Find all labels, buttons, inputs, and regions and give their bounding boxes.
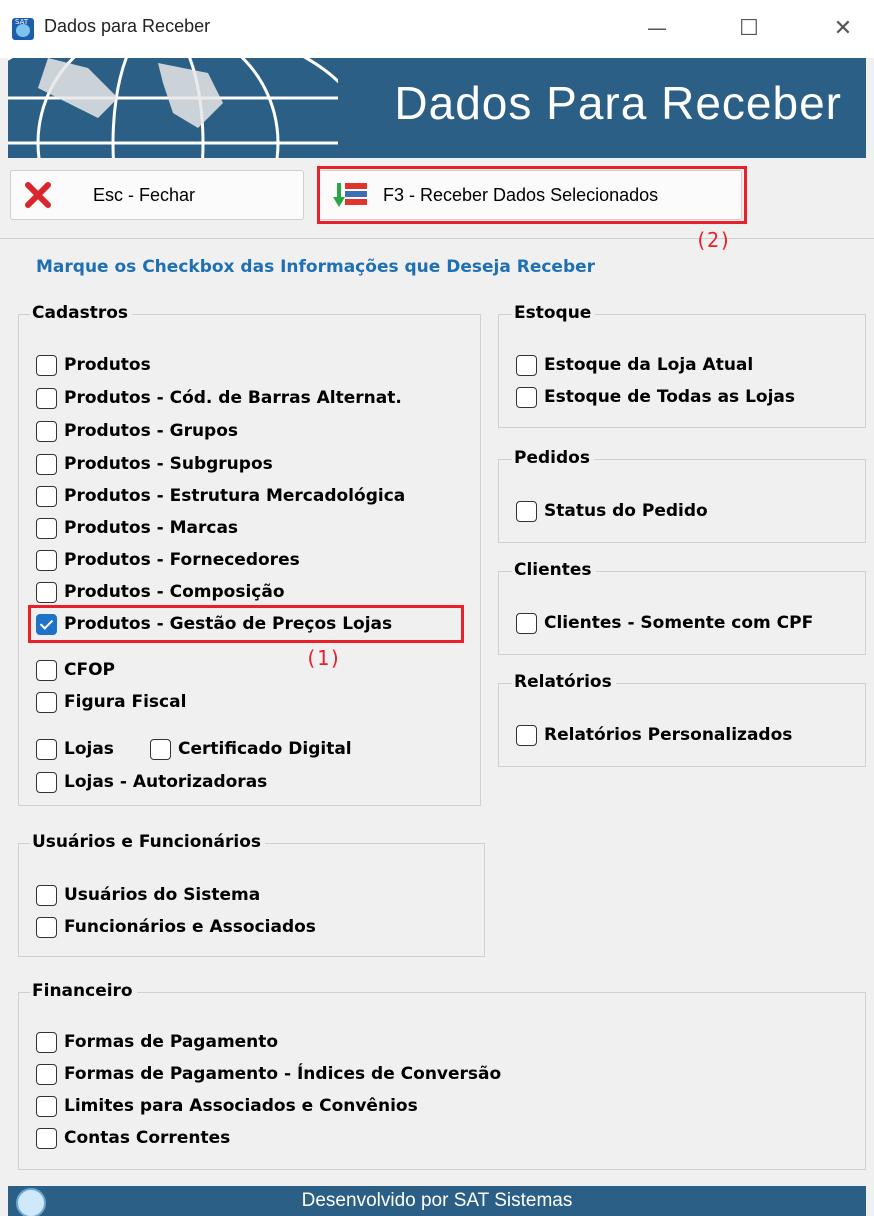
checkbox-box[interactable] [516,386,537,408]
window-title: Dados para Receber [44,16,211,36]
group-title-relatorios: Relatórios [512,672,616,692]
checkbox-status-pedido[interactable]: Status do Pedido [516,498,708,524]
checkbox-produtos-marcas[interactable]: Produtos - Marcas [36,515,238,541]
checkbox-box[interactable] [36,1031,57,1053]
checkbox-box[interactable] [36,453,57,475]
highlight-box-2 [317,166,747,224]
checkbox-produtos-composicao[interactable]: Produtos - Composição [36,579,285,605]
close-button[interactable]: Esc - Fechar [10,170,304,220]
checkbox-box[interactable] [36,738,57,760]
checkbox-box[interactable] [36,916,57,938]
title-bar: SAT Dados para Receber — ☐ ✕ [0,0,874,58]
globe-graphic [8,58,338,158]
checkbox-formas-pagamento-indices[interactable]: Formas de Pagamento - Índices de Convers… [36,1061,501,1087]
checkbox-figura-fiscal[interactable]: Figura Fiscal [36,689,186,715]
close-window-button[interactable]: ✕ [818,10,868,46]
group-title-financeiro: Financeiro [30,981,137,1001]
checkbox-produtos-estrutura[interactable]: Produtos - Estrutura Mercadológica [36,483,405,509]
instruction-text: Marque os Checkbox das Informações que D… [36,257,596,277]
red-x-icon [25,182,51,208]
checkbox-box[interactable] [516,724,537,746]
checkbox-produtos-grupos[interactable]: Produtos - Grupos [36,418,238,444]
checkbox-box[interactable] [36,549,57,571]
header-banner: Dados Para Receber [8,58,866,158]
checkbox-box[interactable] [516,500,537,522]
app-icon: SAT [12,18,34,40]
toolbar: Esc - Fechar F3 - Receber Dados Selecion… [0,158,874,252]
maximize-button[interactable]: ☐ [724,10,774,46]
checkbox-box[interactable] [36,691,57,713]
checkbox-produtos[interactable]: Produtos [36,352,151,378]
footer-bar: Desenvolvido por SAT Sistemas [8,1186,866,1216]
checkbox-estoque-todas-lojas[interactable]: Estoque de Todas as Lojas [516,384,795,410]
group-title-usuarios: Usuários e Funcionários [30,832,266,852]
checkbox-box[interactable] [36,581,57,603]
checkbox-lojas-autorizadoras[interactable]: Lojas - Autorizadoras [36,769,267,795]
checkbox-certificado-digital[interactable]: Certificado Digital [150,736,352,762]
close-button-label: Esc - Fechar [93,184,196,205]
checkbox-funcionarios-associados[interactable]: Funcionários e Associados [36,914,316,940]
checkbox-box[interactable] [36,517,57,539]
footer-text: Desenvolvido por SAT Sistemas [301,1190,573,1211]
checkbox-cfop[interactable]: CFOP [36,657,115,683]
annotation-marker-1: (1) [305,646,342,670]
checkbox-box[interactable] [36,387,57,409]
checkbox-produtos-cod-barras[interactable]: Produtos - Cód. de Barras Alternat. [36,385,402,411]
minimize-button[interactable]: — [632,10,682,46]
checkbox-box[interactable] [36,485,57,507]
checkbox-box[interactable] [516,354,537,376]
checkbox-box[interactable] [36,1127,57,1149]
checkbox-limites-associados[interactable]: Limites para Associados e Convênios [36,1093,418,1119]
checkbox-box[interactable] [36,884,57,906]
checkbox-box[interactable] [36,1063,57,1085]
group-title-estoque: Estoque [512,303,596,323]
checkbox-contas-correntes[interactable]: Contas Correntes [36,1125,230,1151]
checkbox-box[interactable] [516,612,537,634]
annotation-marker-2: (2) [695,228,732,252]
checkbox-box[interactable] [36,420,57,442]
checkbox-box[interactable] [36,1095,57,1117]
checkbox-box[interactable] [150,738,171,760]
checkbox-usuarios-sistema[interactable]: Usuários do Sistema [36,882,260,908]
group-title-cadastros: Cadastros [30,303,133,323]
checkbox-relatorios-personalizados[interactable]: Relatórios Personalizados [516,722,792,748]
group-title-clientes: Clientes [512,560,596,580]
checkbox-produtos-fornecedores[interactable]: Produtos - Fornecedores [36,547,300,573]
checkbox-estoque-loja-atual[interactable]: Estoque da Loja Atual [516,352,753,378]
checkbox-box[interactable] [36,354,57,376]
checkbox-produtos-subgrupos[interactable]: Produtos - Subgrupos [36,451,273,477]
checkbox-box[interactable] [36,771,57,793]
checkbox-box[interactable] [36,659,57,681]
checkbox-clientes-cpf[interactable]: Clientes - Somente com CPF [516,610,813,636]
banner-title: Dados Para Receber [394,77,842,129]
group-title-pedidos: Pedidos [512,448,594,468]
checkbox-formas-pagamento[interactable]: Formas de Pagamento [36,1029,278,1055]
checkbox-lojas[interactable]: Lojas [36,736,114,762]
highlight-box-1 [28,605,464,643]
